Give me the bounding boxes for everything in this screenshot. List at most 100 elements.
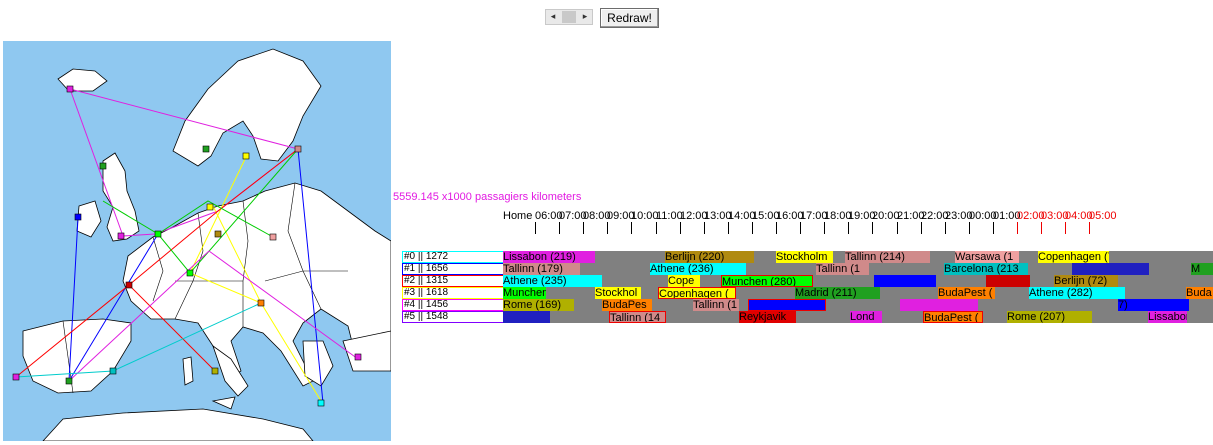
trip-segment[interactable]: Madrid (211) [795, 287, 880, 299]
timeline-tick [728, 222, 729, 234]
trip-segment[interactable]: Athene (235) [503, 275, 602, 287]
timeline-tick [704, 222, 705, 234]
trip-segment[interactable]: Tallinn (1 [693, 299, 739, 311]
trip-segment[interactable]: M [1191, 263, 1213, 275]
trip-segment[interactable]: Tallinn (179) [503, 263, 580, 275]
trip-segment[interactable] [503, 311, 550, 323]
row-track: Rome (169) BudaPes Tallinn (1 7) [503, 299, 1213, 311]
city-marker-reykjavik [66, 85, 74, 93]
row-label: #0 || 1272 [402, 251, 504, 263]
row-label: #1 || 1656 [402, 263, 504, 275]
timeline-tick [824, 222, 825, 234]
trip-segment[interactable]: BudaPest ( [938, 287, 995, 299]
schedule-row[interactable]: #4 || 1456 Rome (169) BudaPes Tallinn (1 7) [402, 299, 1213, 311]
scroll-left-icon[interactable]: ◂ [546, 10, 560, 24]
trip-segment[interactable]: Athene (282) [1029, 287, 1125, 299]
trip-segment[interactable]: Lissabon (219) [503, 251, 595, 263]
schedule-row[interactable]: #5 || 1548 Tallinn (14 Reykjavik Lond BudaPe… [402, 311, 1213, 323]
city-marker-stockholm [242, 152, 250, 160]
row-label: #5 || 1548 [402, 311, 504, 323]
city-marker-munchen [186, 269, 194, 277]
timeline-tick [1017, 222, 1018, 234]
timeline-tick [535, 222, 536, 234]
city-marker-edinburgh [99, 162, 107, 170]
timeline-tick [631, 222, 632, 234]
scroll-right-icon[interactable]: ▸ [578, 10, 592, 24]
trip-segment[interactable]: Rome (207) [1007, 311, 1092, 323]
trip-segment[interactable] [1072, 263, 1149, 275]
europe-map [3, 41, 391, 441]
city-marker-london [117, 232, 125, 240]
trip-segment[interactable]: Lond [850, 311, 882, 323]
trip-segment[interactable]: Berlijn (72) [1054, 275, 1118, 287]
city-marker-lisbon [12, 373, 20, 381]
city-marker-amsterdam [154, 230, 162, 238]
city-marker-oslo [202, 145, 210, 153]
schedule-row[interactable]: #2 || 1315 Athene (235) Cope Munchen (280) B… [402, 275, 1213, 287]
timeline-hour-label: 20:00 [872, 210, 900, 222]
trip-segment[interactable]: Copenhagen (70) [1038, 251, 1109, 263]
trip-segment[interactable] [748, 299, 826, 311]
trip-segment[interactable]: Cope [668, 275, 700, 287]
city-marker-dublin [74, 213, 82, 221]
city-marker-berlin [214, 230, 222, 238]
trip-segment[interactable]: BudaPes [602, 299, 652, 311]
timeline-tick [993, 222, 994, 234]
timeline-home-label: Home [503, 210, 533, 222]
city-marker-tallinn [294, 145, 302, 153]
city-marker-barcelona [109, 367, 117, 375]
total-passenger-km: 5559.145 x1000 passagiers kilometers [393, 191, 582, 203]
schedule-row[interactable]: #0 || 1272 Lissabon (219) Berlijn (220) Sto… [402, 251, 1213, 263]
trip-segment[interactable]: Tallinn (14 [609, 311, 666, 323]
row-track: Munchen Stockhol Copenhagen ( Madrid (211) B… [503, 287, 1213, 299]
timeline-tick [897, 222, 898, 234]
city-marker-athens [317, 399, 325, 407]
row-track: Tallinn (14 Reykjavik Lond BudaPest ( Rome (… [503, 311, 1213, 323]
timeline-tick [800, 222, 801, 234]
schedule-row[interactable]: #3 || 1618 Munchen Stockhol Copenhagen (Mad… [402, 287, 1213, 299]
redraw-button[interactable]: Redraw! [600, 8, 659, 28]
trip-segment[interactable]: BudaPest ( [923, 311, 983, 323]
city-marker-warsaw [269, 233, 277, 241]
scroll-thumb[interactable] [562, 11, 576, 23]
row-track: Athene (235) Cope Munchen (280) Berlijn (72… [503, 275, 1213, 287]
trip-segment[interactable]: Barcelona (213 [944, 263, 1028, 275]
timeline-tick [848, 222, 849, 234]
timeline-tick [656, 222, 657, 234]
timeline-tick [559, 222, 560, 234]
trip-segment[interactable]: Lissabon [1148, 311, 1187, 323]
city-marker-paris [125, 281, 133, 289]
trip-segment[interactable] [900, 299, 978, 311]
trip-segment[interactable]: Athene (236) [650, 263, 746, 275]
trip-segment[interactable]: Buda [1186, 287, 1213, 299]
city-marker-copenhagen [206, 203, 214, 211]
timeline-tick [680, 222, 681, 234]
city-marker-rome [211, 367, 219, 375]
trip-segment[interactable]: Berlijn (220) [665, 251, 754, 263]
trip-segment[interactable] [874, 275, 936, 287]
timeline-tick [1065, 222, 1066, 234]
trip-segment[interactable]: Munchen [503, 287, 546, 299]
timeline-tick [1041, 222, 1042, 234]
trip-segment[interactable]: Reykjavik [739, 311, 796, 323]
trip-segment[interactable]: Warsawa (1 [955, 251, 1019, 263]
trip-segment[interactable]: Stockholm [776, 251, 833, 263]
trip-segment[interactable]: Tallinn (1 [816, 263, 869, 275]
trip-segment[interactable]: Munchen (280) [721, 275, 813, 287]
row-track: Tallinn (179) Athene (236) Tallinn (1 Barce… [503, 263, 1213, 275]
row-track: Lissabon (219) Berlijn (220) Stockholm Tall… [503, 251, 1213, 263]
timeline-hour-label: 11:00 [656, 210, 683, 222]
trip-segment[interactable] [986, 275, 1030, 287]
timeline-tick [583, 222, 584, 234]
trip-segment[interactable]: Stockhol [595, 287, 641, 299]
trip-segment[interactable]: 7) [1118, 299, 1189, 311]
trip-segment[interactable]: Tallinn (214) [845, 251, 930, 263]
timeline-hour-label: 05:00 [1089, 210, 1117, 222]
trip-segment[interactable]: Copenhagen ( [658, 287, 736, 299]
trip-segment[interactable]: Rome (169) [503, 299, 574, 311]
timeline-tick [921, 222, 922, 234]
horizontal-scrollbar[interactable]: ◂ ▸ [545, 9, 593, 25]
city-marker-madrid [65, 377, 73, 385]
schedule-row[interactable]: #1 || 1656 Tallinn (179) Athene (236) Talli… [402, 263, 1213, 275]
timeline-tick [969, 222, 970, 234]
